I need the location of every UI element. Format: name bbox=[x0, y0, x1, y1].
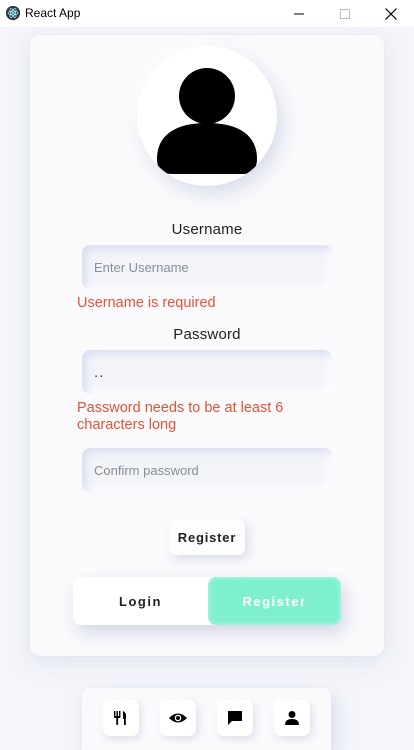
nav-profile-button[interactable] bbox=[274, 700, 310, 736]
avatar bbox=[137, 46, 277, 186]
electron-app-icon bbox=[6, 6, 20, 20]
user-icon bbox=[285, 711, 299, 725]
window-title: React App bbox=[25, 6, 81, 20]
nav-view-button[interactable] bbox=[160, 700, 196, 736]
password-input[interactable] bbox=[82, 350, 332, 394]
nav-food-button[interactable] bbox=[103, 700, 139, 736]
username-input[interactable] bbox=[82, 245, 332, 289]
username-error: Username is required bbox=[77, 295, 216, 311]
bottom-navbar bbox=[82, 688, 331, 750]
password-label: Password bbox=[173, 326, 241, 343]
maximize-icon bbox=[340, 8, 350, 19]
window-titlebar: React App bbox=[0, 0, 414, 27]
close-button[interactable] bbox=[368, 0, 414, 27]
nav-chat-button[interactable] bbox=[217, 700, 253, 736]
password-error: Password needs to be at least 6 characte… bbox=[77, 400, 284, 433]
register-submit-button[interactable]: Register bbox=[169, 519, 245, 555]
utensils-icon bbox=[114, 711, 127, 725]
chat-icon bbox=[228, 711, 242, 725]
auth-mode-toggle: Login Register bbox=[73, 577, 341, 625]
minimize-icon bbox=[294, 13, 304, 14]
username-label: Username bbox=[171, 221, 243, 238]
eye-icon bbox=[169, 713, 187, 723]
minimize-button[interactable] bbox=[276, 0, 322, 27]
register-tab[interactable]: Register bbox=[208, 577, 341, 625]
user-avatar-icon bbox=[157, 68, 257, 174]
login-tab[interactable]: Login bbox=[73, 577, 208, 625]
confirm-password-input[interactable] bbox=[82, 448, 332, 492]
close-icon bbox=[385, 7, 397, 20]
maximize-button[interactable] bbox=[322, 0, 368, 27]
